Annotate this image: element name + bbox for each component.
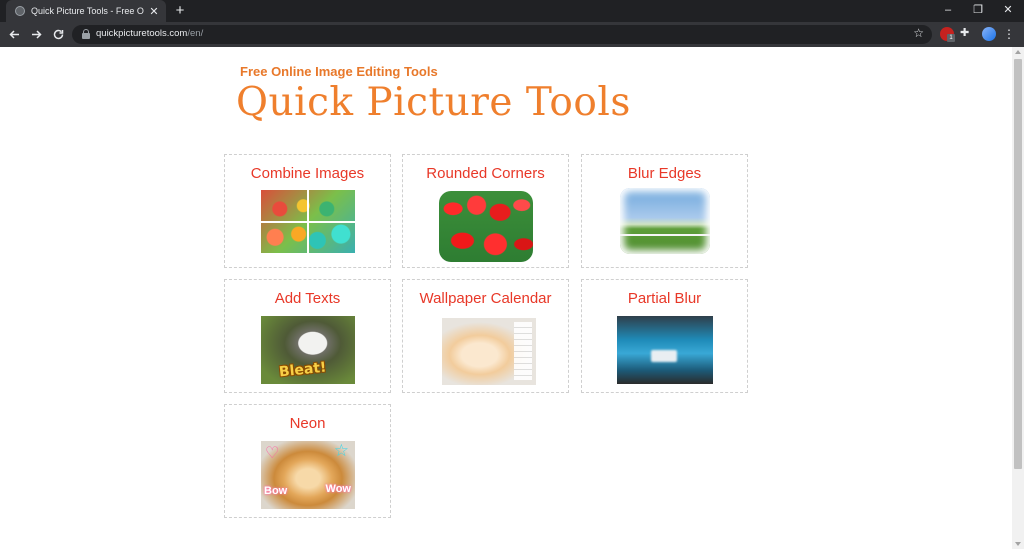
minimize-button[interactable]: – <box>934 0 962 22</box>
close-window-button[interactable]: ✕ <box>994 0 1022 22</box>
profile-avatar[interactable] <box>982 27 996 41</box>
reload-icon[interactable] <box>50 26 67 43</box>
tool-label: Neon <box>289 415 326 432</box>
browser-tab[interactable]: Quick Picture Tools - Free Online ✕ <box>6 0 166 22</box>
url-host: quickpicturetools.com <box>96 28 188 39</box>
extension-icon[interactable]: 1 <box>940 27 955 42</box>
scroll-thumb[interactable] <box>1014 59 1022 469</box>
new-tab-button[interactable]: + <box>172 2 188 20</box>
tool-card-combine-images[interactable]: Combine Images <box>224 154 391 268</box>
wallpaper-calendar-thumbnail[interactable] <box>442 318 536 385</box>
star-icon: ☆ <box>333 441 349 460</box>
partial-blur-thumbnail[interactable] <box>617 316 713 384</box>
forward-icon[interactable] <box>28 26 45 43</box>
close-tab-icon[interactable]: ✕ <box>148 5 160 18</box>
site-title-link[interactable]: Quick Picture Tools <box>236 80 631 125</box>
tool-card-neon[interactable]: Neon ♡ ☆ Bow Wow <box>224 404 391 518</box>
vertical-scrollbar[interactable] <box>1012 47 1024 549</box>
tab-title: Quick Picture Tools - Free Online <box>31 6 144 16</box>
puzzle-icon[interactable]: ✚ <box>960 26 969 39</box>
tool-card-blur-edges[interactable]: Blur Edges <box>581 154 748 268</box>
tool-label: Blur Edges <box>627 165 702 182</box>
heart-icon: ♡ <box>265 445 280 462</box>
star-icon[interactable]: ☆ <box>913 26 924 40</box>
restore-button[interactable]: ❐ <box>964 0 992 22</box>
rounded-corners-thumbnail[interactable] <box>439 191 533 262</box>
tab-strip: Quick Picture Tools - Free Online ✕ + – … <box>0 0 1024 22</box>
menu-icon[interactable]: ⋮ <box>1003 26 1015 42</box>
tool-label: Add Texts <box>274 290 341 307</box>
browser-toolbar: quickpicturetools.com/en/ ☆ 1 ✚ ⋮ <box>0 22 1024 47</box>
page-subtitle: Free Online Image Editing Tools <box>240 64 438 79</box>
tool-label: Rounded Corners <box>426 165 545 182</box>
tool-card-partial-blur[interactable]: Partial Blur <box>581 279 748 393</box>
tool-label: Combine Images <box>250 165 365 182</box>
url-path: /en/ <box>187 28 204 39</box>
tool-card-wallpaper-calendar[interactable]: Wallpaper Calendar <box>402 279 569 393</box>
url-text[interactable]: quickpicturetools.com/en/ <box>96 28 203 39</box>
add-texts-thumbnail[interactable]: Bleat! <box>261 316 355 384</box>
blur-edges-thumbnail[interactable] <box>620 188 710 254</box>
page-viewport: Free Online Image Editing Tools Quick Pi… <box>0 47 1012 549</box>
tool-card-rounded-corners[interactable]: Rounded Corners <box>402 154 569 268</box>
extension-badge: 1 <box>947 34 955 42</box>
scroll-down-icon[interactable] <box>1015 542 1021 546</box>
thumbnail-caption: Bleat! <box>278 359 328 381</box>
tool-card-add-texts[interactable]: Add Texts Bleat! <box>224 279 391 393</box>
scroll-up-icon[interactable] <box>1015 50 1021 54</box>
tool-label: Wallpaper Calendar <box>419 290 552 307</box>
neon-thumbnail[interactable]: ♡ ☆ Bow Wow <box>261 441 355 509</box>
lock-icon[interactable] <box>82 29 90 39</box>
address-bar[interactable]: quickpicturetools.com/en/ ☆ <box>72 25 932 44</box>
thumbnail-caption-left: Bow <box>264 485 288 497</box>
tool-label: Partial Blur <box>627 290 702 307</box>
combine-images-thumbnail[interactable] <box>261 190 355 253</box>
thumbnail-caption-right: Wow <box>325 483 351 495</box>
globe-icon <box>15 6 25 16</box>
back-icon[interactable] <box>6 26 23 43</box>
